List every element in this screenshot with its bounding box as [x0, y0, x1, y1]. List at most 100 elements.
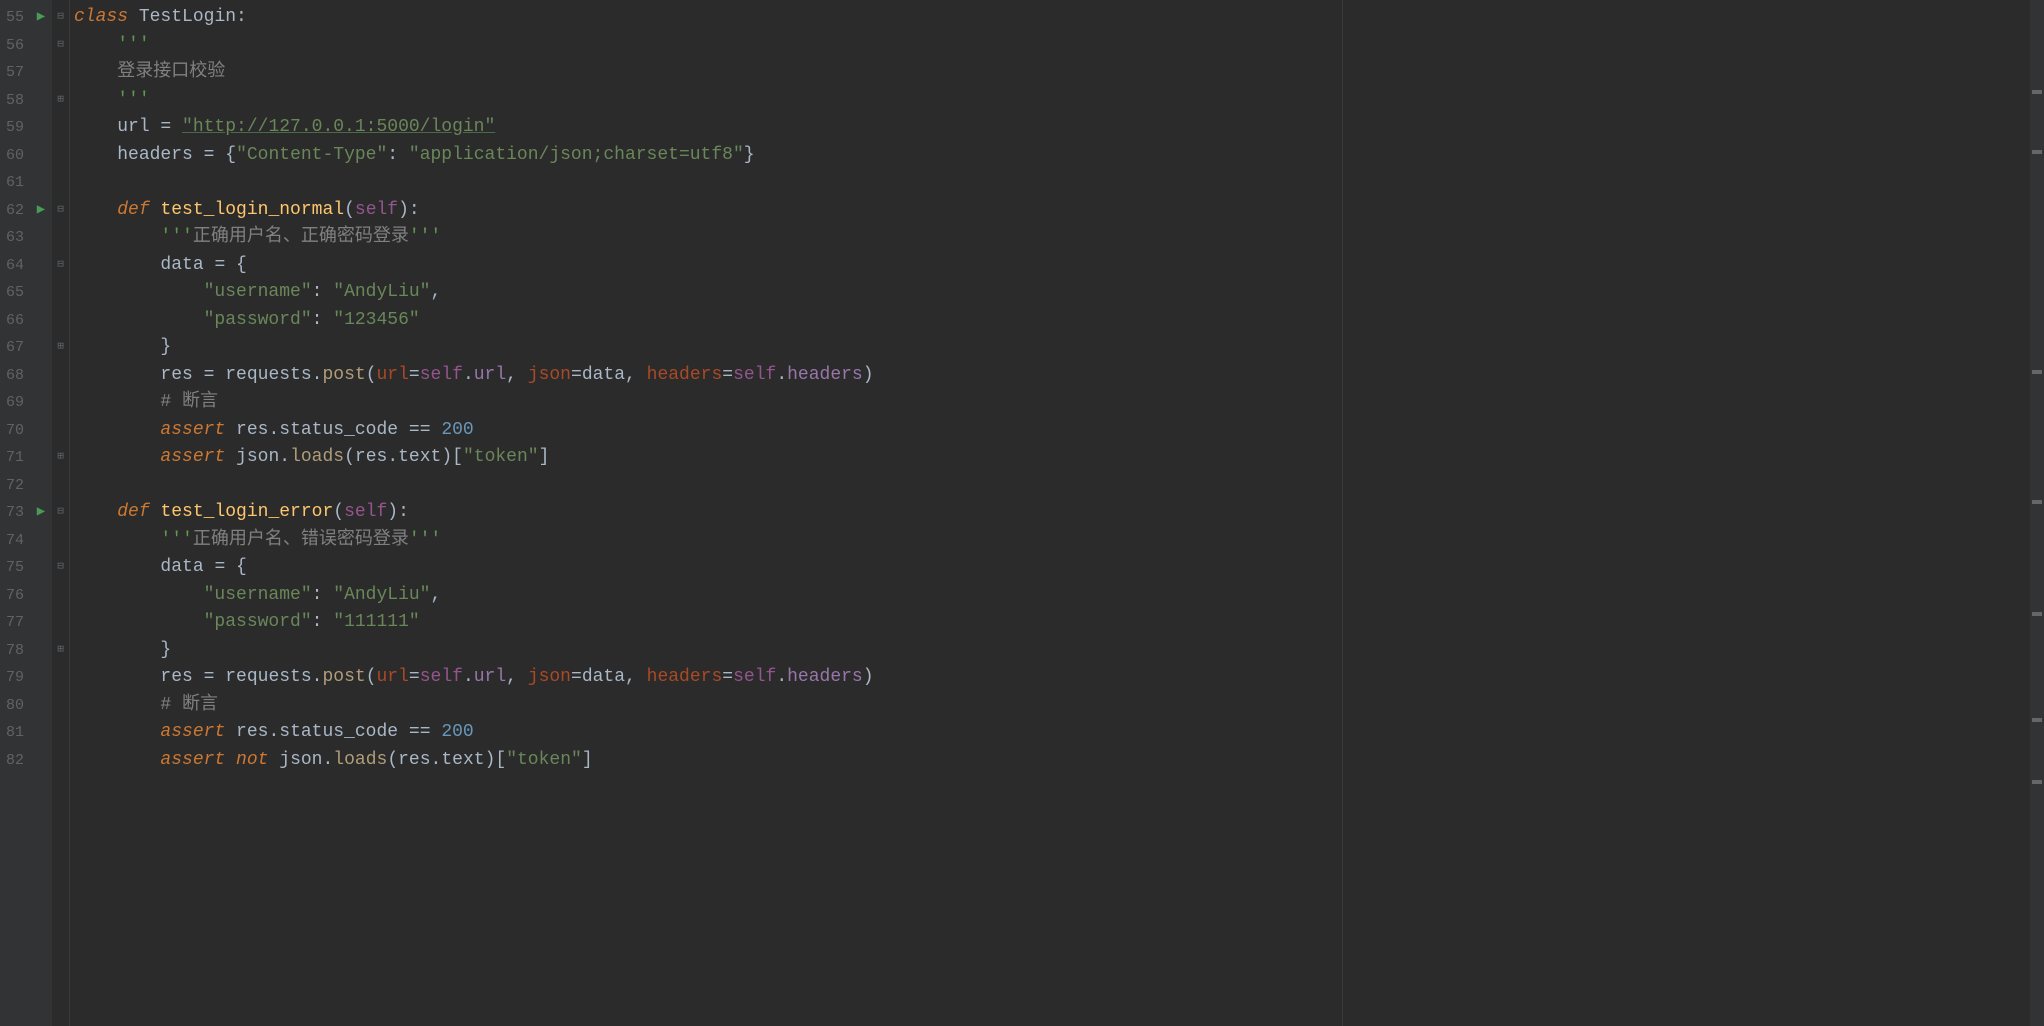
line-number[interactable]: 55: [0, 4, 30, 32]
fold-toggle-icon: [52, 142, 69, 170]
line-number[interactable]: 61: [0, 169, 30, 197]
fold-toggle-icon: [52, 692, 69, 720]
code-line[interactable]: class TestLogin:: [74, 4, 2044, 32]
run-gutter-icon[interactable]: ▶: [30, 4, 52, 32]
code-line[interactable]: }: [74, 637, 2044, 665]
code-line[interactable]: data = {: [74, 554, 2044, 582]
code-line[interactable]: "password": "111111": [74, 609, 2044, 637]
run-gutter-icon[interactable]: ▶: [30, 499, 52, 527]
warning-marker[interactable]: [2032, 718, 2042, 722]
warning-marker[interactable]: [2032, 500, 2042, 504]
line-number[interactable]: 67: [0, 334, 30, 362]
code-line[interactable]: ''': [74, 87, 2044, 115]
code-line[interactable]: url = "http://127.0.0.1:5000/login": [74, 114, 2044, 142]
run-gutter-icon: [30, 334, 52, 362]
fold-toggle-icon: [52, 719, 69, 747]
fold-toggle-icon[interactable]: ⊟: [52, 554, 69, 582]
code-line[interactable]: assert res.status_code == 200: [74, 417, 2044, 445]
fold-gutter[interactable]: ⊟⊟⊞⊟⊟⊞⊞⊟⊟⊞: [52, 0, 70, 1026]
code-line[interactable]: assert not json.loads(res.text)["token"]: [74, 747, 2044, 775]
line-number[interactable]: 65: [0, 279, 30, 307]
fold-toggle-icon[interactable]: ⊞: [52, 444, 69, 472]
warning-marker[interactable]: [2032, 150, 2042, 154]
line-number[interactable]: 77: [0, 609, 30, 637]
code-line[interactable]: [74, 472, 2044, 500]
code-line[interactable]: ''': [74, 32, 2044, 60]
line-number[interactable]: 73: [0, 499, 30, 527]
code-line[interactable]: '''正确用户名、错误密码登录''': [74, 527, 2044, 555]
fold-toggle-icon[interactable]: ⊞: [52, 87, 69, 115]
fold-toggle-icon: [52, 582, 69, 610]
line-number[interactable]: 57: [0, 59, 30, 87]
line-number[interactable]: 64: [0, 252, 30, 280]
code-line[interactable]: 登录接口校验: [74, 59, 2044, 87]
code-line[interactable]: "username": "AndyLiu",: [74, 582, 2044, 610]
error-stripe[interactable]: [2030, 0, 2044, 1026]
line-number[interactable]: 75: [0, 554, 30, 582]
code-line[interactable]: "username": "AndyLiu",: [74, 279, 2044, 307]
line-number[interactable]: 79: [0, 664, 30, 692]
code-editor[interactable]: 5556575859606162636465666768697071727374…: [0, 0, 2044, 1026]
fold-toggle-icon[interactable]: ⊟: [52, 499, 69, 527]
fold-toggle-icon[interactable]: ⊞: [52, 334, 69, 362]
fold-toggle-icon[interactable]: ⊟: [52, 197, 69, 225]
line-number[interactable]: 68: [0, 362, 30, 390]
fold-toggle-icon: [52, 59, 69, 87]
code-line[interactable]: # 断言: [74, 389, 2044, 417]
line-number[interactable]: 60: [0, 142, 30, 170]
fold-toggle-icon: [52, 224, 69, 252]
line-number[interactable]: 70: [0, 417, 30, 445]
warning-marker[interactable]: [2032, 612, 2042, 616]
run-gutter-icon: [30, 279, 52, 307]
code-content[interactable]: class TestLogin: ''' 登录接口校验 ''' url = "h…: [70, 0, 2044, 1026]
fold-toggle-icon: [52, 527, 69, 555]
code-line[interactable]: headers = {"Content-Type": "application/…: [74, 142, 2044, 170]
line-number[interactable]: 78: [0, 637, 30, 665]
fold-toggle-icon: [52, 747, 69, 775]
run-gutter-icon: [30, 32, 52, 60]
line-number[interactable]: 69: [0, 389, 30, 417]
line-number-gutter[interactable]: 5556575859606162636465666768697071727374…: [0, 0, 30, 1026]
run-gutter-icon[interactable]: ▶: [30, 197, 52, 225]
warning-marker[interactable]: [2032, 370, 2042, 374]
code-line[interactable]: assert json.loads(res.text)["token"]: [74, 444, 2044, 472]
line-number[interactable]: 58: [0, 87, 30, 115]
code-line[interactable]: data = {: [74, 252, 2044, 280]
line-number[interactable]: 74: [0, 527, 30, 555]
run-gutter-icon: [30, 609, 52, 637]
code-line[interactable]: # 断言: [74, 692, 2044, 720]
run-gutter-icon: [30, 142, 52, 170]
line-number[interactable]: 80: [0, 692, 30, 720]
code-line[interactable]: def test_login_normal(self):: [74, 197, 2044, 225]
line-number[interactable]: 62: [0, 197, 30, 225]
warning-marker[interactable]: [2032, 780, 2042, 784]
line-number[interactable]: 72: [0, 472, 30, 500]
warning-marker[interactable]: [2032, 90, 2042, 94]
code-line[interactable]: '''正确用户名、正确密码登录''': [74, 224, 2044, 252]
line-number[interactable]: 66: [0, 307, 30, 335]
run-gutter-icon: [30, 692, 52, 720]
code-line[interactable]: res = requests.post(url=self.url, json=d…: [74, 664, 2044, 692]
line-number[interactable]: 71: [0, 444, 30, 472]
line-number[interactable]: 59: [0, 114, 30, 142]
line-number[interactable]: 63: [0, 224, 30, 252]
run-gutter-icon: [30, 719, 52, 747]
line-number[interactable]: 82: [0, 747, 30, 775]
code-line[interactable]: res = requests.post(url=self.url, json=d…: [74, 362, 2044, 390]
line-number[interactable]: 81: [0, 719, 30, 747]
line-number[interactable]: 76: [0, 582, 30, 610]
code-line[interactable]: def test_login_error(self):: [74, 499, 2044, 527]
code-line[interactable]: assert res.status_code == 200: [74, 719, 2044, 747]
line-number[interactable]: 56: [0, 32, 30, 60]
run-gutter-icon: [30, 664, 52, 692]
run-gutter-icon: [30, 307, 52, 335]
run-markers-gutter[interactable]: ▶ ▶ ▶: [30, 0, 52, 1026]
fold-toggle-icon[interactable]: ⊟: [52, 4, 69, 32]
fold-toggle-icon[interactable]: ⊞: [52, 637, 69, 665]
fold-toggle-icon[interactable]: ⊟: [52, 32, 69, 60]
code-line[interactable]: }: [74, 334, 2044, 362]
run-gutter-icon: [30, 59, 52, 87]
code-line[interactable]: [74, 169, 2044, 197]
fold-toggle-icon[interactable]: ⊟: [52, 252, 69, 280]
code-line[interactable]: "password": "123456": [74, 307, 2044, 335]
